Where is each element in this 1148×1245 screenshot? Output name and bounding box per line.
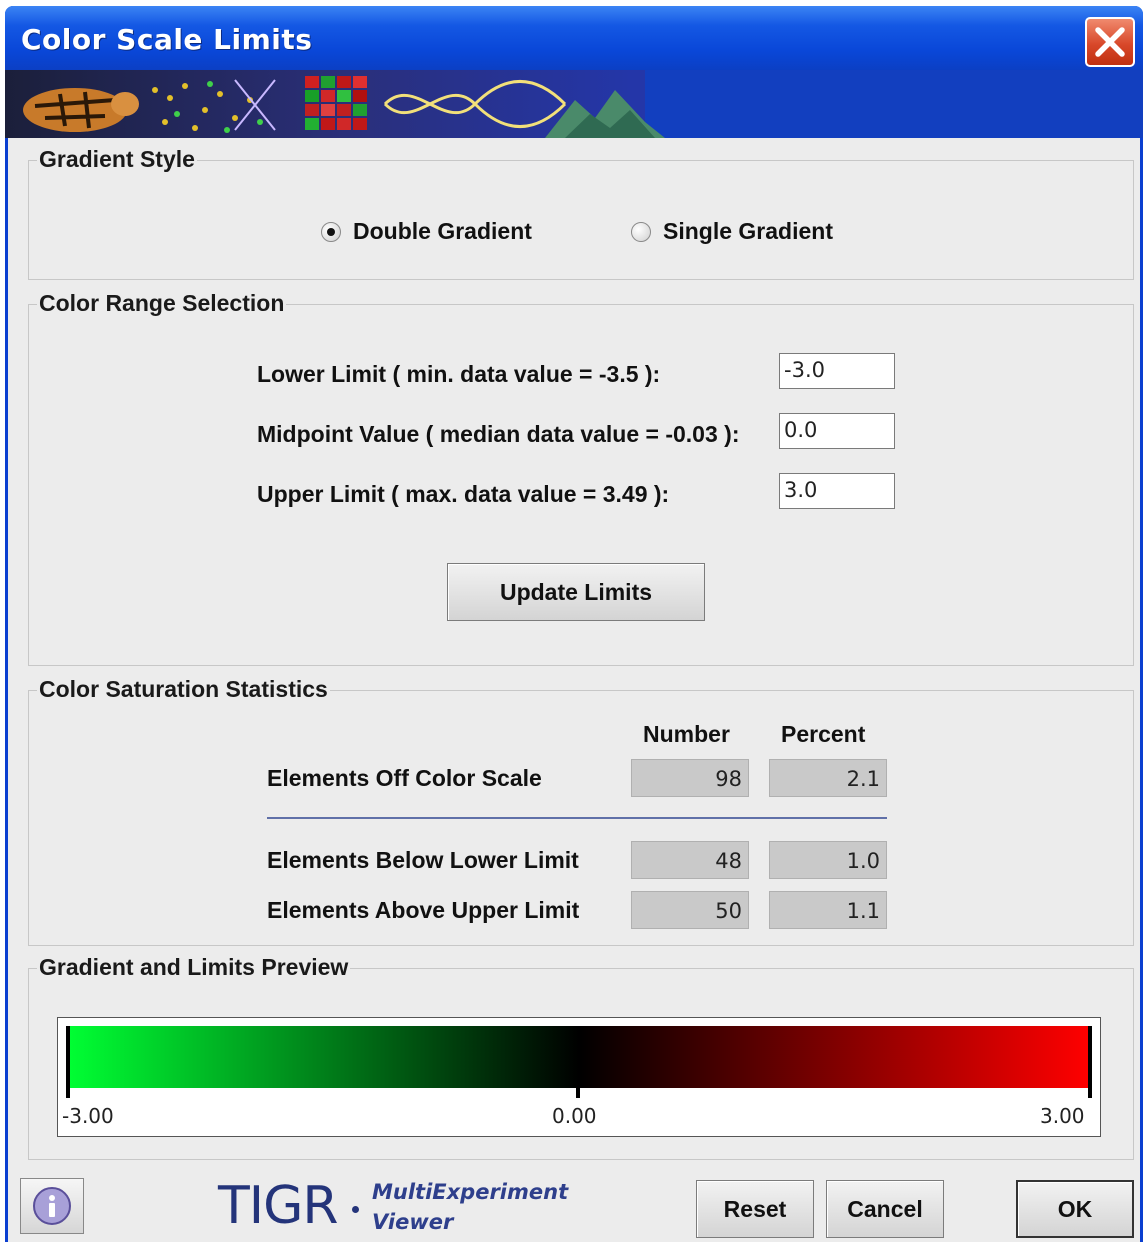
info-icon bbox=[33, 1187, 71, 1225]
banner-image bbox=[5, 70, 1143, 138]
midpoint-label: Midpoint Value ( median data value = -0.… bbox=[257, 421, 740, 447]
below-lower-number: 48 bbox=[631, 841, 749, 879]
tigr-logo: TIGR bbox=[218, 1176, 339, 1236]
gradient-bar bbox=[68, 1026, 1090, 1088]
saturation-legend: Color Saturation Statistics bbox=[37, 676, 330, 703]
lower-limit-input[interactable]: -3.0 bbox=[779, 353, 895, 389]
max-tick bbox=[1088, 1026, 1092, 1098]
off-scale-percent: 2.1 bbox=[769, 759, 887, 797]
separator bbox=[267, 817, 887, 819]
logo-dot bbox=[352, 1206, 359, 1213]
reset-button[interactable]: Reset bbox=[696, 1180, 814, 1238]
max-label: 3.00 bbox=[1040, 1104, 1085, 1128]
preview-group: Gradient and Limits Preview -3.00 0.00 3… bbox=[28, 954, 1134, 1160]
number-column-header: Number bbox=[643, 721, 730, 747]
close-button[interactable] bbox=[1085, 17, 1135, 67]
dialog-window: Color Scale Limits Gradient Style Double… bbox=[5, 6, 1143, 1242]
above-upper-number: 50 bbox=[631, 891, 749, 929]
logo-line-2: Viewer bbox=[372, 1210, 454, 1234]
single-gradient-radio[interactable] bbox=[631, 222, 651, 242]
close-icon bbox=[1095, 27, 1125, 57]
title-bar[interactable]: Color Scale Limits bbox=[5, 6, 1143, 70]
below-lower-label: Elements Below Lower Limit bbox=[267, 847, 579, 873]
lower-limit-label: Lower Limit ( min. data value = -3.5 ): bbox=[257, 361, 661, 387]
above-upper-percent: 1.1 bbox=[769, 891, 887, 929]
update-limits-button[interactable]: Update Limits bbox=[447, 563, 705, 621]
saturation-group: Color Saturation Statistics Number Perce… bbox=[28, 676, 1134, 946]
ok-button[interactable]: OK bbox=[1016, 1180, 1134, 1238]
logo-line-1: MultiExperiment bbox=[372, 1180, 569, 1204]
min-label: -3.00 bbox=[62, 1104, 114, 1128]
gradient-style-legend: Gradient Style bbox=[37, 146, 197, 173]
gradient-preview: -3.00 0.00 3.00 bbox=[57, 1017, 1101, 1137]
color-range-legend: Color Range Selection bbox=[37, 290, 287, 317]
color-range-group: Color Range Selection Lower Limit ( min.… bbox=[28, 290, 1134, 666]
header-banner bbox=[5, 70, 1143, 138]
double-gradient-label[interactable]: Double Gradient bbox=[353, 218, 532, 245]
upper-limit-input[interactable]: 3.0 bbox=[779, 473, 895, 509]
percent-column-header: Percent bbox=[781, 721, 866, 747]
gradient-style-group: Gradient Style Double Gradient Single Gr… bbox=[28, 146, 1134, 280]
below-lower-percent: 1.0 bbox=[769, 841, 887, 879]
window-title: Color Scale Limits bbox=[21, 23, 313, 56]
min-tick bbox=[66, 1026, 70, 1098]
off-scale-label: Elements Off Color Scale bbox=[267, 765, 542, 791]
single-gradient-label[interactable]: Single Gradient bbox=[663, 218, 833, 245]
midpoint-input[interactable]: 0.0 bbox=[779, 413, 895, 449]
mid-tick bbox=[576, 1088, 580, 1098]
off-scale-number: 98 bbox=[631, 759, 749, 797]
preview-legend: Gradient and Limits Preview bbox=[37, 954, 351, 981]
double-gradient-radio[interactable] bbox=[321, 222, 341, 242]
above-upper-label: Elements Above Upper Limit bbox=[267, 897, 580, 923]
dialog-content: Gradient Style Double Gradient Single Gr… bbox=[8, 138, 1140, 1242]
cancel-button[interactable]: Cancel bbox=[826, 1180, 944, 1238]
upper-limit-label: Upper Limit ( max. data value = 3.49 ): bbox=[257, 481, 670, 507]
info-button[interactable] bbox=[20, 1178, 84, 1234]
mid-label: 0.00 bbox=[552, 1104, 597, 1128]
